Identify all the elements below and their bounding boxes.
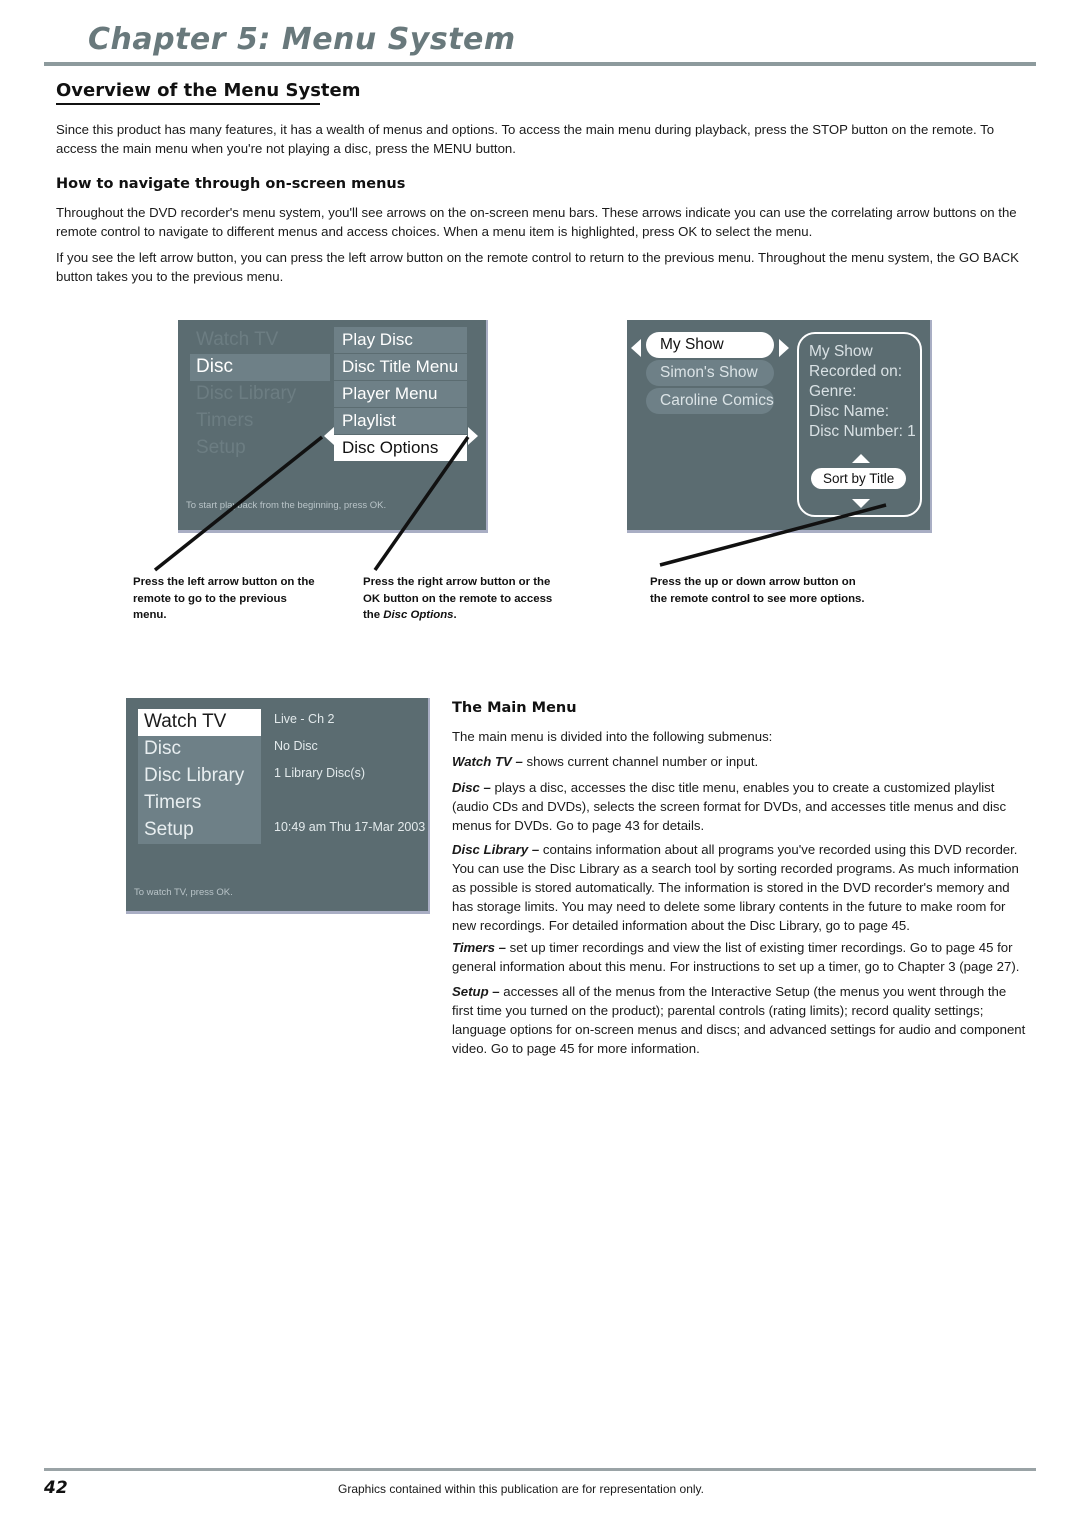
triangle-right-icon[interactable] <box>468 427 478 445</box>
manual-page: Chapter 5: Menu System Overview of the M… <box>0 0 1080 1528</box>
library-info-panel: My Show Recorded on: Genre: Disc Name: D… <box>797 332 922 517</box>
main-menu-item-timers[interactable]: Timers <box>138 790 261 817</box>
main-menu-intro: The main menu is divided into the follow… <box>452 729 773 744</box>
info-genre: Genre: <box>809 383 857 400</box>
main-menu-item-disc-library[interactable]: Disc Library <box>138 763 261 790</box>
caption-up-down-arrow: Press the up or down arrow button on the… <box>650 576 865 605</box>
menu-item-disc[interactable]: Disc <box>190 354 330 381</box>
main-menu-hint: To watch TV, press OK. <box>134 887 233 898</box>
disc-submenu-column: Play Disc Disc Title Menu Player Menu Pl… <box>334 327 467 461</box>
entry-setup-body: accesses all of the menus from the Inter… <box>452 984 1026 1056</box>
entry-timers-body: set up timer recordings and view the lis… <box>452 940 1020 974</box>
footer-note: Graphics contained within this publicati… <box>338 1482 704 1496</box>
triangle-up-icon[interactable] <box>852 454 870 463</box>
library-show-my-show[interactable]: My Show <box>646 332 774 358</box>
footer-divider <box>44 1468 1036 1471</box>
main-menu-item-watch-tv[interactable]: Watch TV <box>138 709 261 736</box>
main-menu-item-setup[interactable]: Setup <box>138 817 261 844</box>
submenu-item-disc-options[interactable]: Disc Options <box>334 435 467 461</box>
submenu-item-player-menu[interactable]: Player Menu <box>334 381 467 408</box>
intro-paragraph: Since this product has many features, it… <box>56 122 995 156</box>
entry-watch-tv-term: Watch TV – <box>452 754 523 769</box>
caption-right-arrow-italic: Disc Options <box>383 609 454 621</box>
caption-right-arrow: Press the right arrow button or the OK b… <box>363 574 563 624</box>
caption-left-arrow: Press the left arrow button on the remot… <box>133 576 315 621</box>
sort-by-title-button[interactable]: Sort by Title <box>811 468 907 489</box>
entry-timers: Timers – set up timer recordings and vie… <box>452 938 1030 976</box>
submenu-item-play-disc[interactable]: Play Disc <box>334 327 467 354</box>
info-disc-name: Disc Name: <box>809 403 890 420</box>
menu-item-setup[interactable]: Setup <box>190 435 330 462</box>
chapter-title: Chapter 5: Menu System <box>88 22 516 57</box>
submenu-item-playlist[interactable]: Playlist <box>334 408 467 435</box>
info-disc-number: Disc Number: 1 <box>809 423 916 440</box>
status-disc-library: 1 Library Disc(s) <box>274 766 365 780</box>
chapter-divider <box>44 62 1036 66</box>
status-watch-tv: Live - Ch 2 <box>274 712 335 726</box>
entry-setup-term: Setup – <box>452 984 500 999</box>
entry-disc-term: Disc – <box>452 780 491 795</box>
entry-disc-body: plays a disc, accesses the disc title me… <box>452 780 1007 833</box>
triangle-right-icon[interactable] <box>779 339 789 357</box>
menu-item-disc-library[interactable]: Disc Library <box>190 381 330 408</box>
submenu-item-disc-title-menu[interactable]: Disc Title Menu <box>334 354 467 381</box>
section-title-underline <box>56 103 320 105</box>
entry-watch-tv-body: shows current channel number or input. <box>522 754 759 769</box>
disc-library-screenshot: My Show Simon's Show Caroline Comics My … <box>627 320 932 533</box>
entry-watch-tv: Watch TV – shows current channel number … <box>452 752 1030 771</box>
disc-menu-main-column: Watch TV Disc Disc Library Timers Setup <box>190 327 330 462</box>
info-title: My Show <box>809 343 873 360</box>
info-recorded-on: Recorded on: <box>809 363 903 380</box>
triangle-left-icon[interactable] <box>324 427 334 445</box>
triangle-left-icon[interactable] <box>631 339 641 357</box>
menu-item-watch-tv[interactable]: Watch TV <box>190 327 330 354</box>
main-menu-screenshot: Watch TV Disc Disc Library Timers Setup … <box>126 698 430 914</box>
disc-menu-hint: To start playback from the beginning, pr… <box>186 500 387 511</box>
menu-item-timers[interactable]: Timers <box>190 408 330 435</box>
library-show-caroline-comics[interactable]: Caroline Comics <box>646 388 774 414</box>
navigate-paragraph-1: Throughout the DVD recorder's menu syste… <box>56 205 1017 239</box>
page-number: 42 <box>44 1478 68 1498</box>
caption-right-arrow-text-2: . <box>453 609 457 621</box>
entry-disc-library: Disc Library – contains information abou… <box>452 840 1030 935</box>
entry-disc: Disc – plays a disc, accesses the disc t… <box>452 778 1030 835</box>
status-disc: No Disc <box>274 739 318 753</box>
library-show-simons-show[interactable]: Simon's Show <box>646 360 774 386</box>
main-menu-column: Watch TV Disc Disc Library Timers Setup <box>138 709 261 844</box>
triangle-down-icon[interactable] <box>852 499 870 508</box>
disc-menu-screenshot: Watch TV Disc Disc Library Timers Setup … <box>178 320 488 533</box>
status-setup: 10:49 am Thu 17-Mar 2003 <box>274 820 426 834</box>
entry-disc-library-term: Disc Library – <box>452 842 540 857</box>
navigate-heading: How to navigate through on-screen menus <box>56 176 406 192</box>
entry-setup: Setup – accesses all of the menus from t… <box>452 982 1030 1058</box>
navigate-paragraph-2: If you see the left arrow button, you ca… <box>56 250 1019 284</box>
main-menu-item-disc[interactable]: Disc <box>138 736 261 763</box>
entry-timers-term: Timers – <box>452 940 507 955</box>
section-title: Overview of the Menu System <box>56 80 361 101</box>
main-menu-heading: The Main Menu <box>452 700 577 716</box>
